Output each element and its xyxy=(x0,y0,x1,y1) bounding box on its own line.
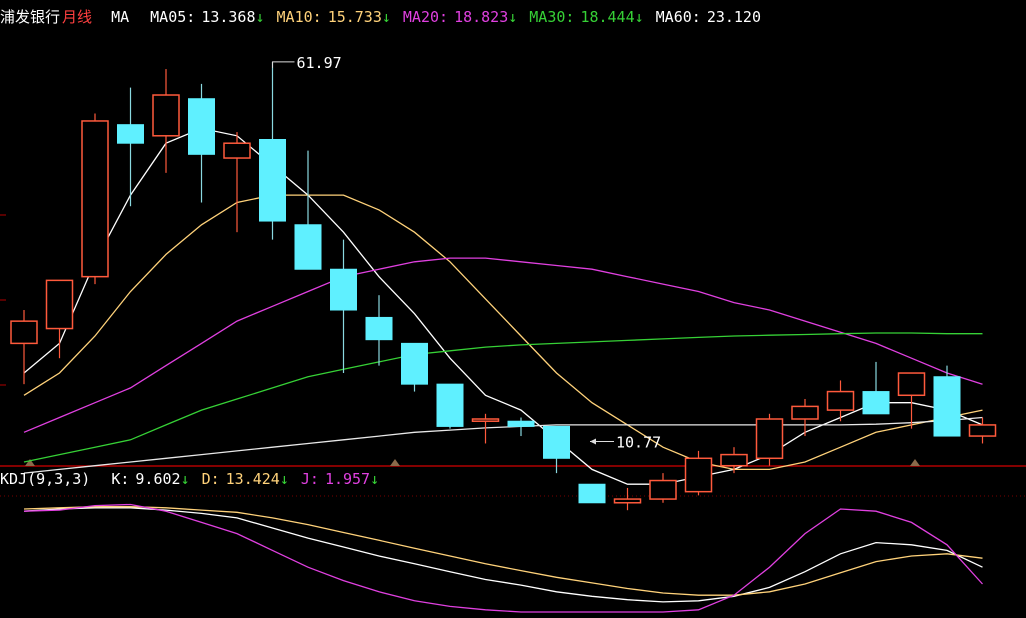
ma-value: 13.368 xyxy=(201,8,256,26)
candle-body-down xyxy=(330,268,357,311)
candle-body-up xyxy=(152,94,180,137)
ma-item: MA30: 18.444↓ xyxy=(529,8,643,26)
kdj-item: K: 9.602↓ xyxy=(111,470,189,488)
period-marker xyxy=(390,459,400,466)
candle-body-up xyxy=(471,418,500,422)
ma-value: 15.733 xyxy=(327,8,382,26)
stock-name: 浦发银行 xyxy=(0,8,61,26)
candle-body-down xyxy=(933,376,961,437)
kdj-line-k xyxy=(23,507,983,603)
period-label: 月线 xyxy=(62,8,93,26)
candle-body-up xyxy=(826,390,855,411)
kdj-header: KDJ(9,3,3) K: 9.602↓ D: 13.424↓ J: 1.957↓ xyxy=(0,470,379,488)
main-header: 浦发银行 月线 MA MA05: 13.368↓ MA10: 15.733↓ MA20: 1… xyxy=(0,8,761,26)
candle-body-down xyxy=(543,425,570,459)
down-arrow-icon: ↓ xyxy=(381,8,391,26)
ma-value: 23.120 xyxy=(706,8,761,26)
candle-body-down xyxy=(507,420,535,427)
candle-body-down xyxy=(436,383,464,427)
candle-body-up xyxy=(45,279,74,330)
ma-items: MA05: 13.368↓ MA10: 15.733↓ MA20: 18.823↓ MA30… xyxy=(138,8,761,26)
candle-body-up xyxy=(81,120,109,278)
candle-body-down xyxy=(578,483,606,504)
down-arrow-icon: ↓ xyxy=(370,470,380,488)
candle-body-up xyxy=(720,453,748,467)
low-annotation-arrow xyxy=(590,438,596,445)
kdj-line-j xyxy=(23,503,983,613)
down-arrow-icon: ↓ xyxy=(180,470,190,488)
kdj-label: K: xyxy=(111,470,130,488)
candle-body-down xyxy=(862,391,890,415)
ma-line-ma05 xyxy=(23,127,983,485)
candle-body-down xyxy=(259,139,286,222)
ma-label: MA20: xyxy=(402,8,449,26)
ma-label: MA30: xyxy=(529,8,575,26)
candle-body-up xyxy=(755,418,784,460)
kdj-value: 1.957 xyxy=(324,470,371,488)
candle-body-up xyxy=(613,498,642,504)
candle-body-up xyxy=(791,405,819,420)
candle-body-up xyxy=(649,479,677,500)
ma-line-ma60 xyxy=(23,416,983,474)
kdj-label: D: xyxy=(201,470,220,488)
kdj-item: D: 13.424↓ xyxy=(202,470,289,488)
high-annotation-label: 61.97 xyxy=(297,54,342,72)
down-arrow-icon: ↓ xyxy=(634,8,644,26)
kdj-items: K: 9.602↓ D: 13.424↓ J: 1.957↓ xyxy=(99,470,379,488)
high-annotation-leader xyxy=(272,61,295,68)
ma-label: MA60: xyxy=(655,8,701,26)
candle-body-down xyxy=(294,224,322,270)
ma-value: 18.444 xyxy=(580,8,635,26)
ma-item: MA60: 23.120 xyxy=(656,8,761,26)
down-arrow-icon: ↓ xyxy=(279,470,289,488)
kdj-item: J: 1.957↓ xyxy=(301,470,379,488)
period-marker xyxy=(910,459,920,466)
candlestick-chart[interactable]: 61.97 10.77 xyxy=(0,0,1026,618)
kdj-value: 9.602 xyxy=(135,470,181,488)
ma-label: MA10: xyxy=(276,8,322,26)
candle-body-up xyxy=(968,424,997,437)
ma-label: MA xyxy=(111,8,130,26)
candle-body-up xyxy=(10,320,38,345)
candle-body-down xyxy=(188,98,215,155)
candle-body-down xyxy=(117,124,144,144)
low-annotation-label: 10.77 xyxy=(616,433,661,451)
down-arrow-icon: ↓ xyxy=(255,8,265,26)
ma-item: MA10: 15.733↓ xyxy=(277,8,391,26)
candle-body-down xyxy=(365,316,393,341)
kdj-label: J: xyxy=(300,470,319,488)
kdj-value: 13.424 xyxy=(225,470,280,488)
ma-item: MA05: 13.368↓ xyxy=(150,8,264,26)
down-arrow-icon: ↓ xyxy=(508,8,518,26)
chart-root: 61.97 10.77 浦发银行 月线 MA MA05: 13.368↓ MA10: 15… xyxy=(0,0,1026,618)
candle-body-down xyxy=(401,342,428,385)
candle-body-up xyxy=(223,142,251,159)
ma-value: 18.823 xyxy=(454,8,509,26)
ma-item: MA20: 18.823↓ xyxy=(403,8,517,26)
ma-label: MA05: xyxy=(150,8,196,26)
candle-body-up xyxy=(897,372,926,397)
kdj-label: KDJ(9,3,3) xyxy=(0,470,91,488)
candle-body-up xyxy=(684,457,713,493)
